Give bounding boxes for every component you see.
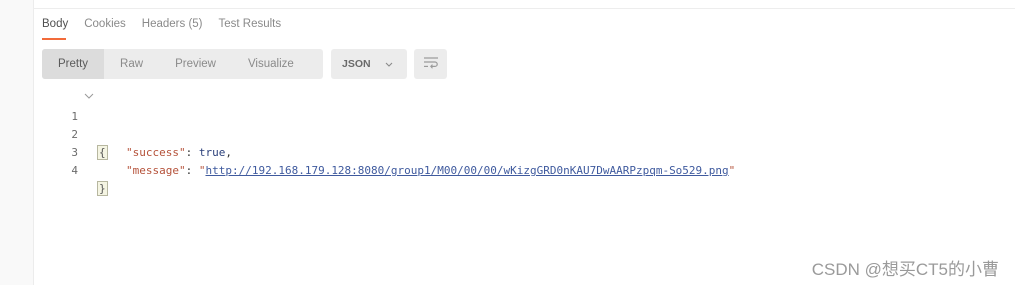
tab-body[interactable]: Body — [42, 17, 68, 41]
chevron-down-icon — [385, 62, 393, 67]
message-key: "message" — [126, 164, 186, 177]
message-entry: "message": "http://192.168.179.128:8080/… — [126, 164, 736, 177]
pretty-button[interactable]: Pretty — [42, 49, 105, 79]
tab-cookies[interactable]: Cookies — [84, 17, 126, 41]
view-mode-toggle: Pretty Raw Preview Visualize — [42, 49, 323, 79]
format-select-value: JSON — [342, 58, 371, 70]
code-line: 2 "success": true, — [42, 108, 232, 159]
left-sidebar-rail — [0, 0, 34, 285]
preview-button[interactable]: Preview — [159, 49, 232, 79]
tab-headers[interactable]: Headers (5) — [142, 17, 203, 41]
response-tabs: Body Cookies Headers (5) Test Results — [42, 17, 297, 41]
line-number: 4 — [71, 164, 78, 177]
code-line: 3 "message": "http://192.168.179.128:808… — [42, 126, 735, 177]
message-url-link[interactable]: http://192.168.179.128:8080/group1/M00/0… — [205, 164, 728, 177]
tab-test-results[interactable]: Test Results — [219, 17, 282, 41]
success-key: "success" — [126, 146, 186, 159]
code-line: 4 } — [42, 144, 108, 196]
close-brace: } — [97, 181, 108, 196]
format-select[interactable]: JSON — [331, 49, 407, 79]
wrap-lines-button[interactable] — [414, 49, 447, 79]
divider — [33, 8, 1015, 9]
code-line: 1 { — [42, 90, 108, 160]
open-brace: { — [97, 145, 108, 160]
raw-button[interactable]: Raw — [104, 49, 159, 79]
watermark: CSDN @想买CT5的小曹 — [811, 260, 999, 279]
visualize-button[interactable]: Visualize — [232, 49, 310, 79]
wrap-lines-icon — [423, 55, 439, 74]
success-entry: "success": true, — [126, 146, 232, 159]
response-body-code[interactable]: 1 { 2 "success": true, 3 "message": "htt… — [42, 90, 735, 196]
fold-chevron-icon[interactable] — [84, 93, 94, 100]
success-value: true — [198, 146, 226, 159]
